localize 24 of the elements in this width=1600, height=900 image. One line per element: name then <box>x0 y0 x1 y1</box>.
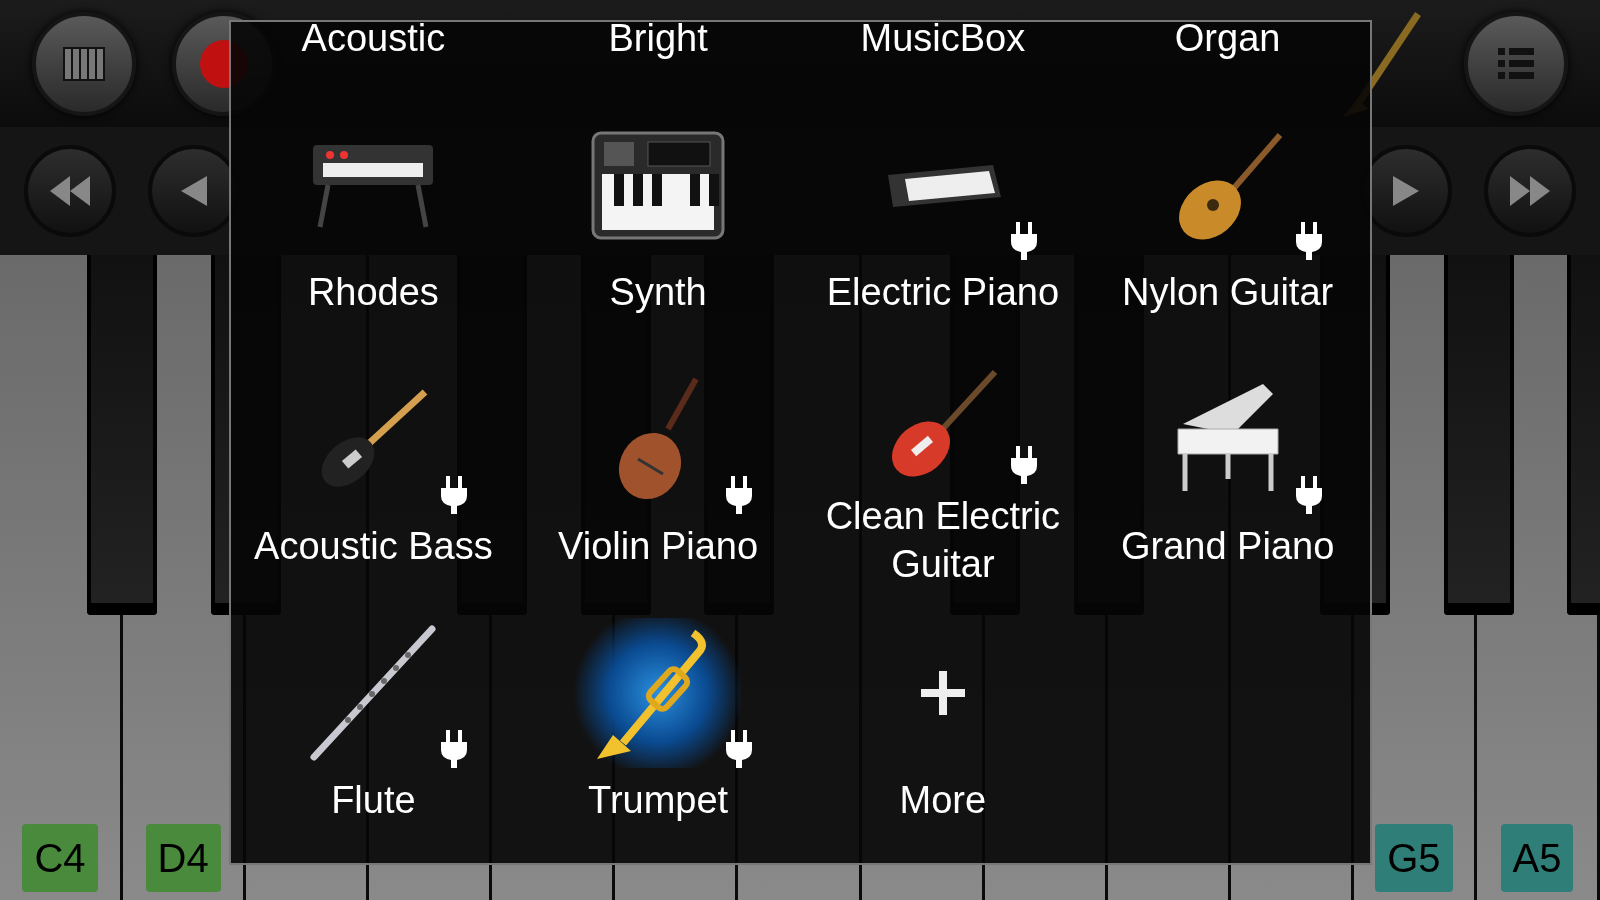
note-label: A5 <box>1500 824 1574 892</box>
instrument-label[interactable]: MusicBox <box>800 22 1086 56</box>
instrument-tile[interactable]: Violin Piano <box>515 326 801 580</box>
note-label: G5 <box>1375 824 1453 892</box>
instrument-label[interactable]: Acoustic <box>231 22 516 56</box>
play-left-icon <box>181 176 207 206</box>
instrument-tile[interactable]: Rhodes <box>231 72 516 326</box>
instrument-tile[interactable]: Clean Electric Guitar <box>800 326 1086 580</box>
instrument-tile[interactable]: Grand Piano <box>1085 326 1370 580</box>
rewind-icon <box>50 176 90 206</box>
instrument-tile[interactable]: Nylon Guitar <box>1085 72 1370 326</box>
instrument-tile[interactable]: Flute <box>231 580 516 834</box>
plus-icon <box>920 671 965 715</box>
play-icon <box>1393 176 1419 206</box>
note-label: D4 <box>145 824 221 892</box>
instrument-tile[interactable]: More <box>800 580 1086 834</box>
instrument-tile[interactable]: Synth <box>515 72 801 326</box>
piano-keys-icon <box>62 45 106 82</box>
note-label: C4 <box>22 824 98 892</box>
list-icon <box>1498 47 1534 80</box>
instrument-tile[interactable]: Trumpet <box>515 580 801 834</box>
fast-forward-icon <box>1510 176 1550 206</box>
instrument-tile[interactable]: Electric Piano <box>800 72 1086 326</box>
instrument-tile[interactable]: Acoustic Bass <box>231 326 516 580</box>
